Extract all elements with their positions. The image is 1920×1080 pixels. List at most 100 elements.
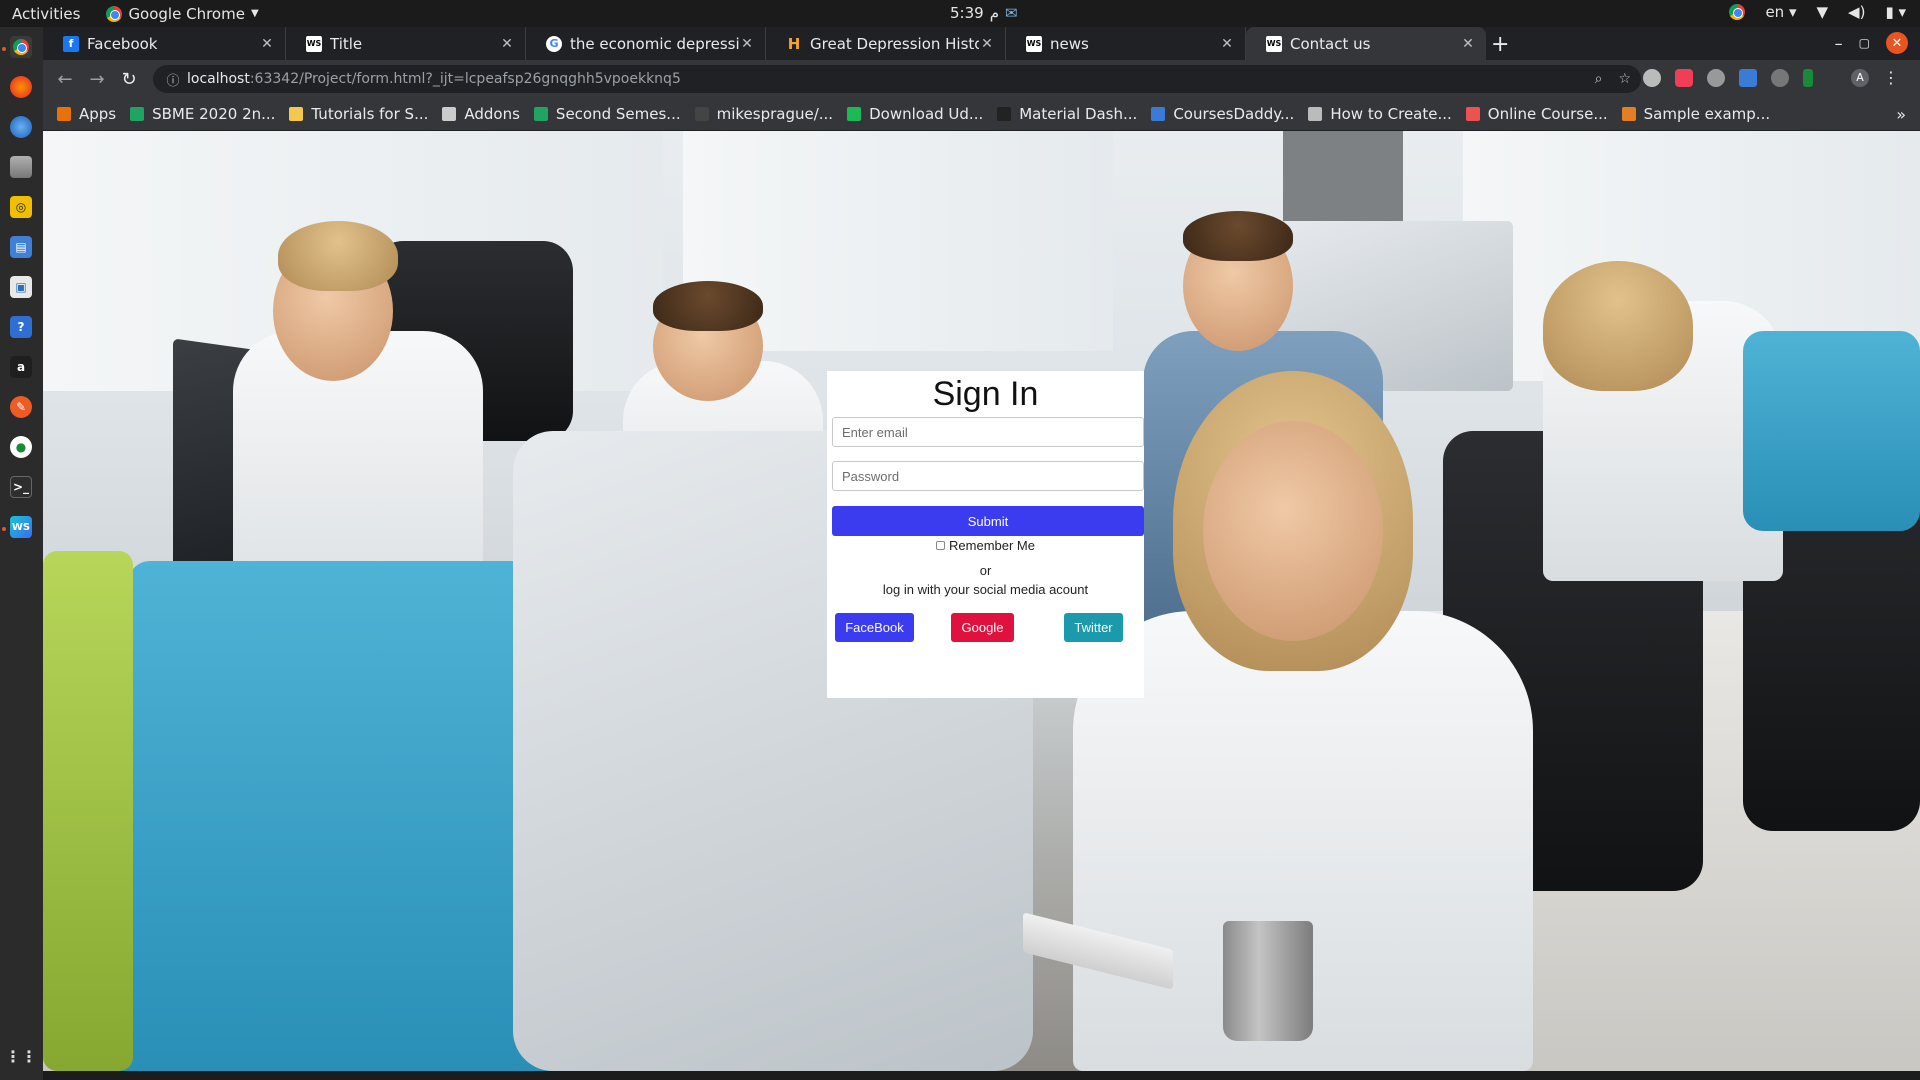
bookmark-item[interactable]: Online Course... (1465, 105, 1608, 123)
submit-button[interactable]: Submit (832, 506, 1144, 536)
chevron-down-icon: ▼ (250, 8, 259, 19)
bookmark-item[interactable]: mikesprague/... (694, 105, 833, 123)
tab-contact-us[interactable]: WS Contact us ✕ (1246, 27, 1486, 60)
bookmark-label: Download Ud... (869, 105, 984, 123)
webstorm-icon: WS (306, 35, 322, 52)
email-placeholder: Enter email (842, 424, 908, 440)
google-login-button[interactable]: Google (951, 613, 1014, 642)
bookmark-item[interactable]: Material Dash... (997, 105, 1137, 123)
extension-gray-icon[interactable] (1707, 68, 1725, 87)
system-tray[interactable]: en ▾ ▼ ◀) ▮ ▾ (1729, 3, 1906, 21)
window-controls: – ▢ ✕ (1835, 32, 1908, 54)
bookmark-label: Addons (464, 105, 520, 123)
star-icon[interactable]: ☆ (1618, 71, 1631, 87)
pocket-icon[interactable] (1675, 68, 1693, 87)
bookmark-item[interactable]: Second Semes... (533, 105, 681, 123)
address-bar[interactable]: ⓘ localhost:63342/Project/form.html?_ijt… (153, 65, 1641, 93)
show-apps-icon[interactable]: ⋮⋮ (5, 1045, 37, 1067)
app-menu-label: Google Chrome (128, 4, 245, 23)
facebook-login-button[interactable]: FaceBook (835, 613, 914, 642)
tab-great-depression-history[interactable]: H Great Depression History ✕ (766, 27, 1006, 60)
drive-icon (130, 107, 145, 121)
extension-plane-icon[interactable] (1739, 68, 1757, 87)
bookmark-item[interactable]: CoursesDaddy... (1151, 105, 1294, 123)
tab-title[interactable]: WS Title ✕ (286, 27, 526, 60)
history-icon: H (787, 34, 801, 53)
bookmark-item[interactable]: Tutorials for S... (289, 105, 428, 123)
chrome-dock-icon[interactable] (10, 36, 32, 58)
postman-icon[interactable]: ✎ (10, 396, 32, 418)
tab-facebook[interactable]: f Facebook ✕ (43, 27, 286, 60)
chrome-tray-icon (1729, 4, 1746, 20)
profile-avatar[interactable]: A (1851, 68, 1869, 87)
new-tab-button[interactable]: + (1491, 32, 1509, 57)
password-placeholder: Password (842, 468, 900, 484)
thunderbird-icon[interactable] (10, 116, 32, 138)
close-icon[interactable]: ✕ (259, 36, 275, 52)
minimize-button[interactable]: – (1835, 34, 1843, 53)
bookmark-label: Online Course... (1487, 105, 1608, 123)
bookmark-item[interactable]: Sample examp... (1621, 105, 1770, 123)
menu-icon[interactable]: ⋮ (1883, 68, 1899, 87)
facebook-icon: f (63, 35, 79, 52)
bookmark-icon (289, 107, 304, 121)
more-bookmarks-icon[interactable]: » (1896, 105, 1906, 124)
bookmark-item[interactable]: Apps (57, 105, 116, 123)
window-close-button[interactable]: ✕ (1886, 32, 1908, 54)
dock: ◎ ▤ ▣ ? a ✎ ● >_ WS ⋮⋮ (0, 27, 43, 1080)
coursesdaddy-icon (1151, 107, 1166, 121)
ftu-icon (847, 107, 862, 121)
bookmark-item[interactable]: Addons (442, 105, 520, 123)
drive-icon (533, 107, 548, 121)
reload-button[interactable]: ↻ (113, 69, 145, 90)
clock-time: 5:39 (950, 4, 984, 22)
close-icon[interactable]: ✕ (739, 36, 755, 52)
bookmark-label: How to Create... (1330, 105, 1452, 123)
tab-news[interactable]: WS news ✕ (1006, 27, 1246, 60)
bookmark-item[interactable]: How to Create... (1308, 105, 1452, 123)
clock[interactable]: 5:39 م ✉ (950, 4, 1018, 22)
extension-gear-icon[interactable] (1643, 68, 1661, 87)
extension-dark-icon[interactable] (1771, 68, 1789, 87)
bookmark-item[interactable]: SBME 2020 2n... (130, 105, 275, 123)
green-app-icon[interactable]: ● (10, 436, 32, 458)
amazon-icon[interactable]: a (10, 356, 32, 378)
rhythmbox-icon[interactable]: ◎ (10, 196, 32, 218)
webstorm-dock-icon[interactable]: WS (10, 516, 32, 538)
tab-label: the economic depression (570, 34, 739, 53)
bookmark-item[interactable]: Download Ud... (847, 105, 983, 123)
software-icon[interactable]: ▣ (10, 276, 32, 298)
mail-icon: ✉ (1004, 4, 1018, 22)
tab-economic-depression[interactable]: G the economic depression ✕ (526, 27, 766, 60)
firefox-icon[interactable] (10, 76, 32, 98)
tab-label: Title (330, 34, 363, 53)
app-menu[interactable]: Google Chrome ▼ (106, 4, 259, 23)
remember-checkbox[interactable] (936, 541, 946, 550)
activities-button[interactable]: Activities (12, 5, 80, 23)
forward-button[interactable]: → (81, 69, 113, 90)
person-head (1203, 421, 1383, 641)
social-login-text: log in with your social media acount (882, 582, 1089, 597)
close-icon[interactable]: ✕ (1460, 36, 1476, 52)
wifi-icon: ▼ (1816, 3, 1829, 21)
language-indicator[interactable]: en ▾ (1765, 3, 1796, 21)
help-icon[interactable]: ? (10, 316, 32, 338)
sample-icon (1621, 107, 1636, 121)
terminal-icon[interactable]: >_ (10, 476, 32, 498)
password-field[interactable]: Password (832, 461, 1144, 491)
files-icon[interactable] (10, 156, 32, 178)
close-icon[interactable]: ✕ (499, 36, 515, 52)
back-button[interactable]: ← (49, 69, 81, 90)
site-info-icon[interactable]: ⓘ (159, 70, 187, 89)
desk-partition (1743, 331, 1920, 531)
maximize-button[interactable]: ▢ (1859, 36, 1870, 50)
coffee-mug (1223, 921, 1313, 1041)
close-icon[interactable]: ✕ (1219, 36, 1235, 52)
zoom-icon[interactable]: ⌕ (1595, 71, 1603, 87)
email-field[interactable]: Enter email (832, 417, 1144, 447)
close-icon[interactable]: ✕ (979, 36, 995, 52)
writer-icon[interactable]: ▤ (10, 236, 32, 258)
extension-green-icon[interactable] (1803, 68, 1813, 87)
person-hair (278, 221, 398, 291)
twitter-login-button[interactable]: Twitter (1064, 613, 1123, 642)
